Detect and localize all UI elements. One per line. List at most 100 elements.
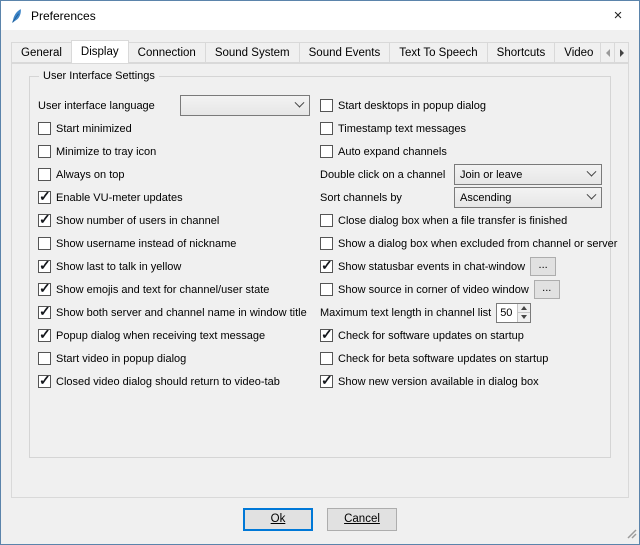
checkbox-box[interactable]	[320, 214, 333, 227]
sort-channels-combobox[interactable]: Ascending	[454, 187, 602, 208]
checkbox-show-emojis[interactable]: Show emojis and text for channel/user st…	[38, 279, 310, 300]
tab-shortcuts[interactable]: Shortcuts	[487, 42, 556, 63]
spin-down-icon[interactable]	[518, 313, 530, 322]
checkbox-last-to-talk[interactable]: Show last to talk in yellow	[38, 256, 310, 277]
checkbox-popup-text-message[interactable]: Popup dialog when receiving text message	[38, 325, 310, 346]
checkbox-close-on-file-transfer[interactable]: Close dialog box when a file transfer is…	[320, 210, 602, 231]
preferences-dialog: Preferences × General Display Connection…	[0, 0, 640, 545]
checkbox-start-minimized[interactable]: Start minimized	[38, 118, 310, 139]
checkbox-server-channel-in-title[interactable]: Show both server and channel name in win…	[38, 302, 310, 323]
checkbox-show-user-count[interactable]: Show number of users in channel	[38, 210, 310, 231]
language-row: User interface language	[38, 95, 310, 116]
sort-channels-label: Sort channels by	[320, 192, 402, 204]
checkbox-video-source-corner[interactable]: Show source in corner of video window ..…	[320, 279, 602, 300]
tab-sound-events[interactable]: Sound Events	[299, 42, 391, 63]
close-button[interactable]: ×	[597, 1, 639, 30]
checkbox-box[interactable]	[38, 191, 51, 204]
checkbox-timestamp-messages[interactable]: Timestamp text messages	[320, 118, 602, 139]
checkbox-show-username[interactable]: Show username instead of nickname	[38, 233, 310, 254]
checkbox-check-beta-updates[interactable]: Check for beta software updates on start…	[320, 348, 602, 369]
checkbox-box[interactable]	[38, 168, 51, 181]
tab-strip: General Display Connection Sound System …	[1, 30, 639, 63]
checkbox-box[interactable]	[38, 214, 51, 227]
video-source-more-button[interactable]: ...	[534, 280, 560, 299]
tab-general[interactable]: General	[11, 42, 72, 63]
checkbox-label: Show source in corner of video window	[338, 284, 529, 296]
checkbox-label: Show last to talk in yellow	[56, 261, 181, 273]
checkbox-statusbar-events[interactable]: Show statusbar events in chat-window ...	[320, 256, 602, 277]
double-click-row: Double click on a channel Join or leave	[320, 164, 602, 185]
checkbox-box[interactable]	[320, 329, 333, 342]
checkbox-minimize-to-tray[interactable]: Minimize to tray icon	[38, 141, 310, 162]
tab-connection[interactable]: Connection	[128, 42, 206, 63]
checkbox-box[interactable]	[320, 237, 333, 250]
dialog-button-row: Ok Cancel	[1, 498, 639, 544]
checkbox-label: Show both server and channel name in win…	[56, 307, 307, 319]
right-column: Start desktops in popup dialog Timestamp…	[320, 95, 602, 394]
checkbox-box[interactable]	[38, 283, 51, 296]
checkbox-box[interactable]	[38, 145, 51, 158]
spin-value: 50	[497, 304, 517, 322]
checkbox-box[interactable]	[320, 122, 333, 135]
max-text-length-row: Maximum text length in channel list 50	[320, 302, 602, 323]
checkbox-enable-vu-meter[interactable]: Enable VU-meter updates	[38, 187, 310, 208]
checkbox-label: Enable VU-meter updates	[56, 192, 183, 204]
checkbox-label: Minimize to tray icon	[56, 146, 156, 158]
checkbox-label: Always on top	[56, 169, 124, 181]
tab-scroller	[600, 42, 629, 63]
combobox-value: Ascending	[460, 192, 511, 204]
checkbox-closed-video-return[interactable]: Closed video dialog should return to vid…	[38, 371, 310, 392]
checkbox-label: Show username instead of nickname	[56, 238, 236, 250]
checkbox-new-version-dialog[interactable]: Show new version available in dialog box	[320, 371, 602, 392]
checkbox-box[interactable]	[320, 260, 333, 273]
spin-up-icon[interactable]	[518, 304, 530, 314]
cancel-button[interactable]: Cancel	[327, 508, 397, 531]
checkbox-label: Auto expand channels	[338, 146, 447, 158]
checkbox-label: Check for beta software updates on start…	[338, 353, 548, 365]
sort-channels-row: Sort channels by Ascending	[320, 187, 602, 208]
checkbox-box[interactable]	[38, 122, 51, 135]
tab-display[interactable]: Display	[71, 40, 129, 63]
tab-video[interactable]: Video	[554, 42, 603, 63]
checkbox-box[interactable]	[320, 352, 333, 365]
language-label: User interface language	[38, 100, 155, 112]
checkbox-label: Show statusbar events in chat-window	[338, 261, 525, 273]
checkbox-box[interactable]	[38, 375, 51, 388]
double-click-label: Double click on a channel	[320, 169, 445, 181]
checkbox-label: Show emojis and text for channel/user st…	[56, 284, 269, 296]
checkbox-box[interactable]	[320, 99, 333, 112]
checkbox-box[interactable]	[38, 329, 51, 342]
checkbox-box[interactable]	[38, 237, 51, 250]
checkbox-box[interactable]	[320, 145, 333, 158]
checkbox-box[interactable]	[38, 352, 51, 365]
titlebar[interactable]: Preferences ×	[1, 1, 639, 30]
group-title: User Interface Settings	[39, 70, 159, 82]
tab-scroll-right-icon[interactable]	[614, 42, 629, 63]
language-combobox[interactable]	[180, 95, 310, 116]
max-text-length-spinner[interactable]: 50	[496, 303, 531, 323]
checkbox-always-on-top[interactable]: Always on top	[38, 164, 310, 185]
tab-sound-system[interactable]: Sound System	[205, 42, 300, 63]
checkbox-label: Start video in popup dialog	[56, 353, 186, 365]
checkbox-label: Closed video dialog should return to vid…	[56, 376, 280, 388]
checkbox-video-popup[interactable]: Start video in popup dialog	[38, 348, 310, 369]
chevron-down-icon	[587, 167, 597, 177]
checkbox-label: Popup dialog when receiving text message	[56, 330, 265, 342]
tab-scroll-left-icon[interactable]	[600, 42, 615, 63]
app-icon	[9, 8, 25, 24]
tab-text-to-speech[interactable]: Text To Speech	[389, 42, 487, 63]
checkbox-dialog-when-excluded[interactable]: Show a dialog box when excluded from cha…	[320, 233, 602, 254]
checkbox-box[interactable]	[320, 375, 333, 388]
checkbox-box[interactable]	[320, 283, 333, 296]
statusbar-events-more-button[interactable]: ...	[530, 257, 556, 276]
checkbox-desktops-popup[interactable]: Start desktops in popup dialog	[320, 95, 602, 116]
checkbox-box[interactable]	[38, 306, 51, 319]
ok-button[interactable]: Ok	[243, 508, 313, 531]
checkbox-check-updates[interactable]: Check for software updates on startup	[320, 325, 602, 346]
max-text-length-label: Maximum text length in channel list	[320, 307, 491, 319]
resize-grip-icon[interactable]	[625, 527, 637, 542]
ok-button-label: Ok	[271, 513, 286, 525]
double-click-combobox[interactable]: Join or leave	[454, 164, 602, 185]
checkbox-box[interactable]	[38, 260, 51, 273]
checkbox-auto-expand-channels[interactable]: Auto expand channels	[320, 141, 602, 162]
